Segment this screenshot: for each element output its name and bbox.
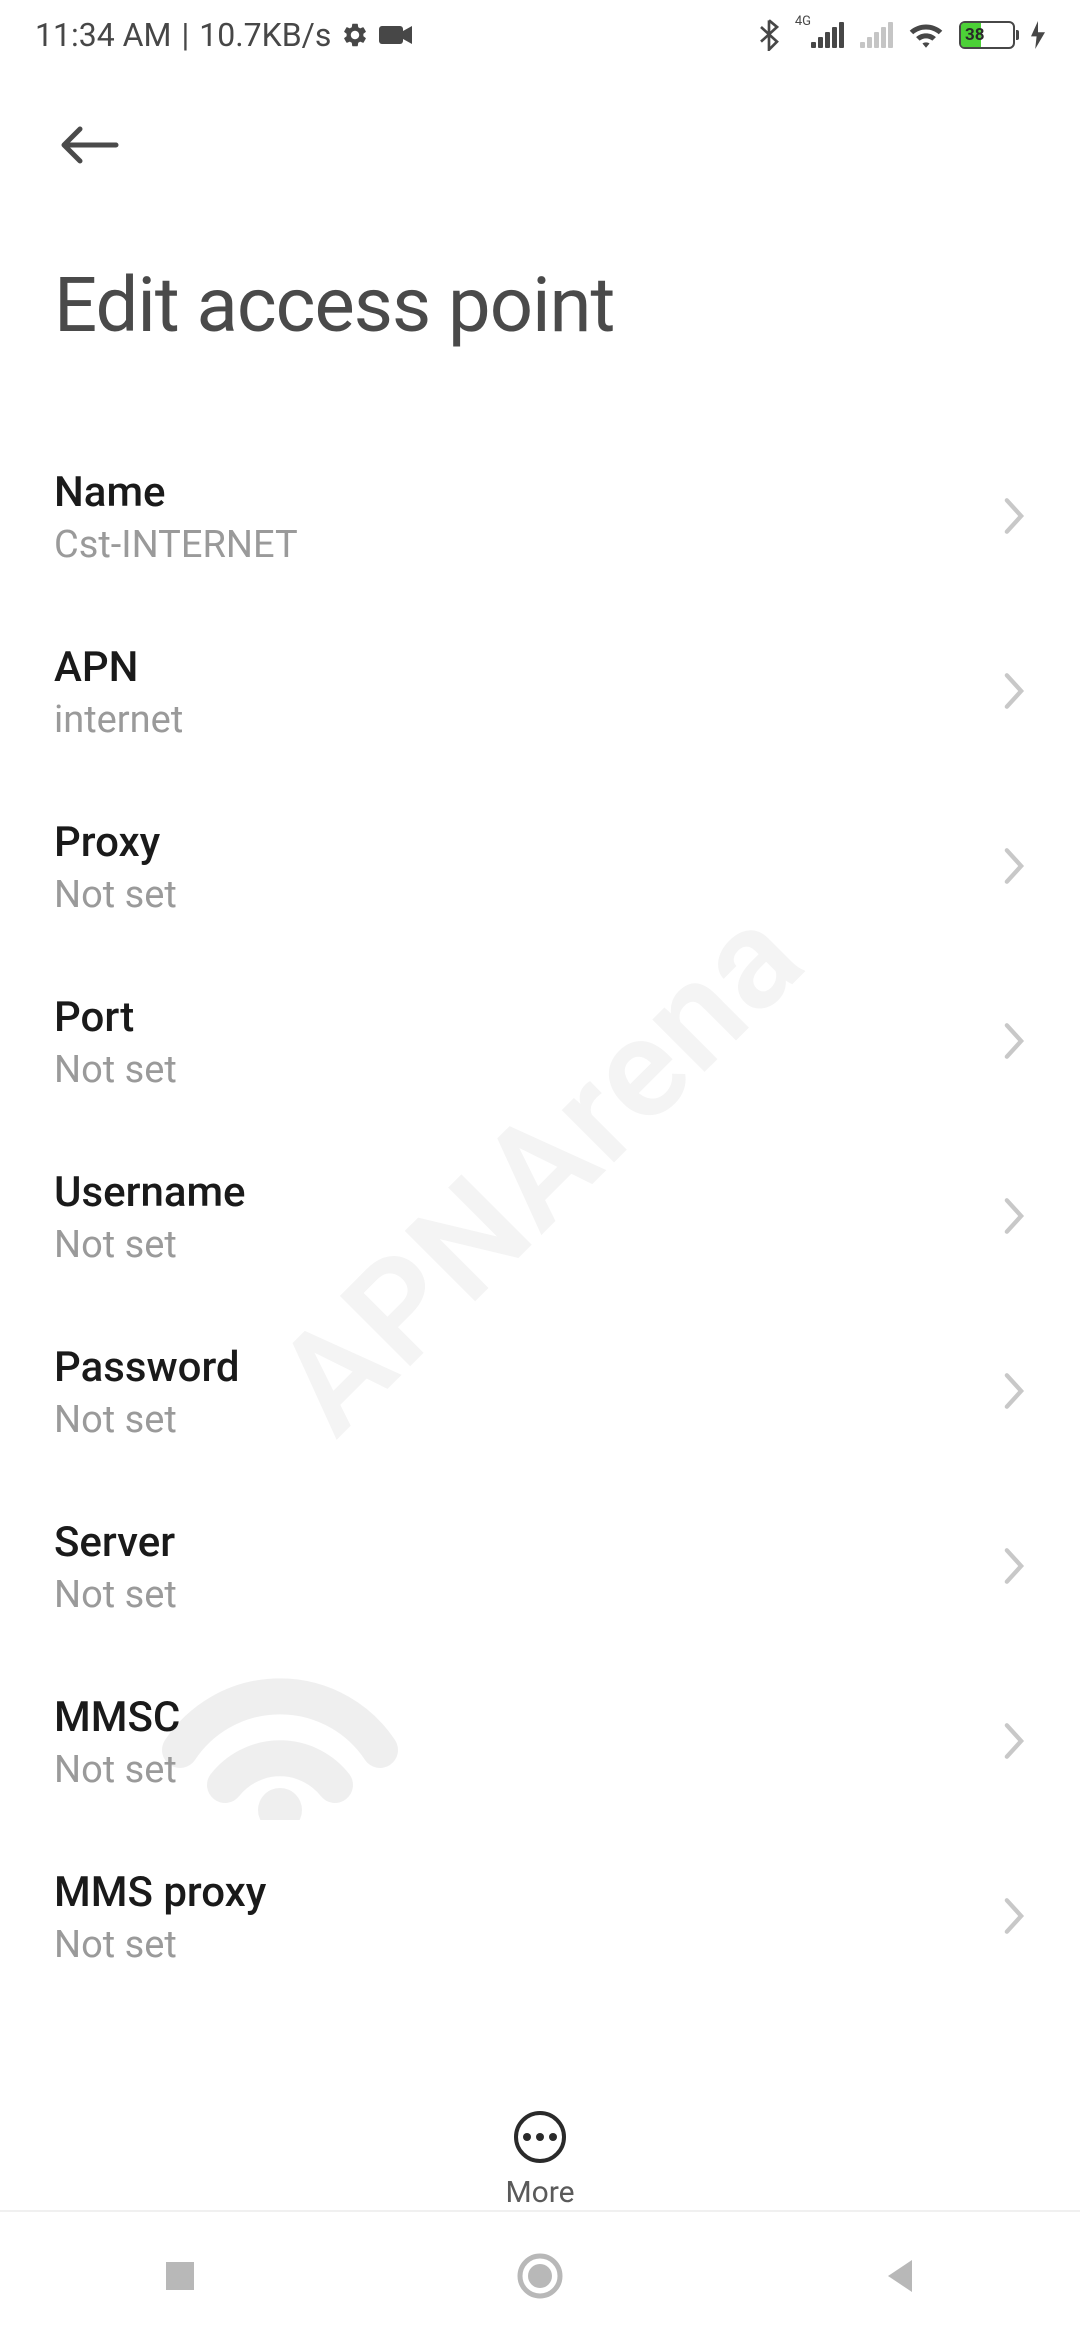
item-mms-proxy[interactable]: MMS proxy Not set	[54, 1830, 1026, 2005]
arrow-left-icon	[58, 124, 120, 166]
statusbar: 11:34 AM | 10.7KB/s 4G	[0, 0, 1080, 70]
square-icon	[162, 2258, 198, 2294]
signal-sim2-icon	[860, 22, 893, 48]
nav-home-button[interactable]	[440, 2226, 640, 2326]
status-time: 11:34 AM	[35, 16, 171, 54]
item-apn[interactable]: APN internet	[54, 605, 1026, 780]
item-value: Not set	[54, 1398, 240, 1442]
item-server[interactable]: Server Not set	[54, 1480, 1026, 1655]
item-value: Not set	[54, 1923, 266, 1967]
bottom-bar: More	[0, 2091, 1080, 2210]
more-icon	[514, 2111, 566, 2163]
header: Edit access point	[0, 70, 1080, 370]
bluetooth-icon	[759, 19, 779, 51]
item-value: Not set	[54, 1223, 246, 1267]
more-label: More	[505, 2175, 574, 2210]
item-label: Server	[54, 1518, 177, 1567]
item-password[interactable]: Password Not set	[54, 1305, 1026, 1480]
triangle-left-icon	[882, 2256, 918, 2296]
item-value: Not set	[54, 1048, 177, 1092]
item-label: Port	[54, 993, 177, 1042]
chevron-right-icon	[1002, 1196, 1026, 1240]
item-label: Password	[54, 1343, 240, 1392]
status-speed: 10.7KB/s	[199, 16, 331, 54]
item-label: Username	[54, 1168, 246, 1217]
item-label: APN	[54, 643, 183, 692]
more-button[interactable]: More	[505, 2111, 574, 2210]
settings-list: Name Cst-INTERNET APN internet Proxy Not…	[0, 370, 1080, 2005]
chevron-right-icon	[1002, 1896, 1026, 1940]
camera-icon	[379, 23, 413, 47]
nav-recent-button[interactable]	[80, 2226, 280, 2326]
item-value: Not set	[54, 873, 177, 917]
item-name[interactable]: Name Cst-INTERNET	[54, 430, 1026, 605]
wifi-icon	[909, 22, 943, 48]
item-port[interactable]: Port Not set	[54, 955, 1026, 1130]
page-title: Edit access point	[54, 260, 1026, 350]
item-value: Cst-INTERNET	[54, 523, 298, 567]
gear-icon	[341, 21, 369, 49]
item-label: MMSC	[54, 1693, 180, 1742]
chevron-right-icon	[1002, 846, 1026, 890]
nav-bar	[0, 2210, 1080, 2340]
chevron-right-icon	[1002, 1721, 1026, 1765]
item-label: Name	[54, 468, 298, 517]
chevron-right-icon	[1002, 496, 1026, 540]
signal-sim1-icon	[811, 22, 844, 48]
item-label: Proxy	[54, 818, 177, 867]
network-type-label: 4G	[795, 14, 811, 29]
circle-icon	[516, 2252, 564, 2300]
status-divider: |	[181, 16, 189, 54]
item-value: Not set	[54, 1573, 177, 1617]
item-label: MMS proxy	[54, 1868, 266, 1917]
back-button[interactable]	[54, 110, 124, 180]
battery-level: 38	[965, 25, 985, 45]
chevron-right-icon	[1002, 671, 1026, 715]
chevron-right-icon	[1002, 1546, 1026, 1590]
item-username[interactable]: Username Not set	[54, 1130, 1026, 1305]
charging-icon	[1031, 21, 1045, 49]
item-mmsc[interactable]: MMSC Not set	[54, 1655, 1026, 1830]
nav-back-button[interactable]	[800, 2226, 1000, 2326]
battery-icon: 38	[959, 21, 1015, 49]
item-value: Not set	[54, 1748, 180, 1792]
item-proxy[interactable]: Proxy Not set	[54, 780, 1026, 955]
chevron-right-icon	[1002, 1021, 1026, 1065]
item-value: internet	[54, 698, 183, 742]
chevron-right-icon	[1002, 1371, 1026, 1415]
